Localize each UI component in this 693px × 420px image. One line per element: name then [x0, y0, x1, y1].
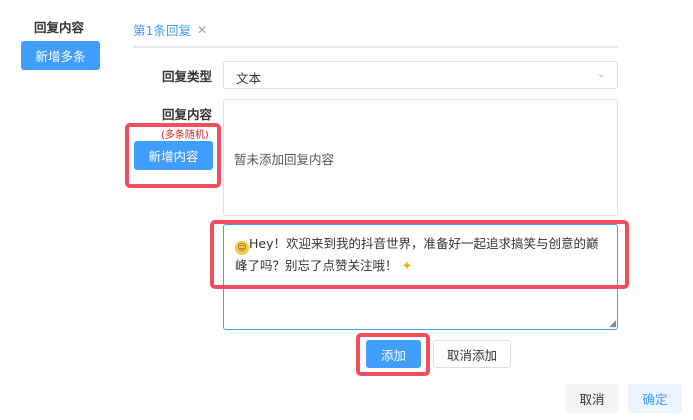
- chevron-down-icon: ⌄: [596, 67, 606, 80]
- cancel-button[interactable]: 取消: [566, 384, 618, 413]
- reply-text-input[interactable]: ☺ Hey！欢迎来到我的抖音世界，准备好一起追求搞笑与创意的巅 峰了吗？别忘了点赞…: [223, 224, 618, 330]
- reply-type-value: 文本: [236, 71, 262, 86]
- add-content-button[interactable]: 新增内容: [134, 141, 213, 170]
- tab-reply-1[interactable]: 第1条回复 ✕: [133, 20, 207, 39]
- confirm-button[interactable]: 确定: [628, 384, 682, 413]
- sparkle-emoji-icon: ✦: [401, 259, 413, 274]
- reply-type-label: 回复类型: [162, 69, 213, 84]
- left-section-title: 回复内容: [34, 20, 85, 35]
- input-text-line2: 峰了吗？别忘了点赞关注哦！: [235, 258, 398, 273]
- reply-type-select[interactable]: 文本 ⌄: [223, 61, 618, 89]
- cancel-add-button[interactable]: 取消添加: [433, 340, 511, 368]
- smile-emoji-icon: ☺: [235, 241, 249, 255]
- tab-bar-divider: [133, 46, 618, 48]
- empty-content-text: 暂未添加回复内容: [234, 152, 335, 167]
- reply-content-label: 回复内容: [162, 107, 213, 122]
- random-hint: (多条随机): [161, 130, 209, 141]
- input-text-line1: Hey！欢迎来到我的抖音世界，准备好一起追求搞笑与创意的巅: [249, 236, 599, 251]
- close-icon[interactable]: ✕: [197, 23, 207, 37]
- add-button[interactable]: 添加: [366, 340, 421, 368]
- add-multiple-button[interactable]: 新增多条: [21, 41, 100, 70]
- resize-handle-icon[interactable]: ◢: [609, 319, 616, 329]
- reply-content-list: 暂未添加回复内容: [223, 99, 618, 216]
- tab-label: 第1条回复: [133, 23, 191, 38]
